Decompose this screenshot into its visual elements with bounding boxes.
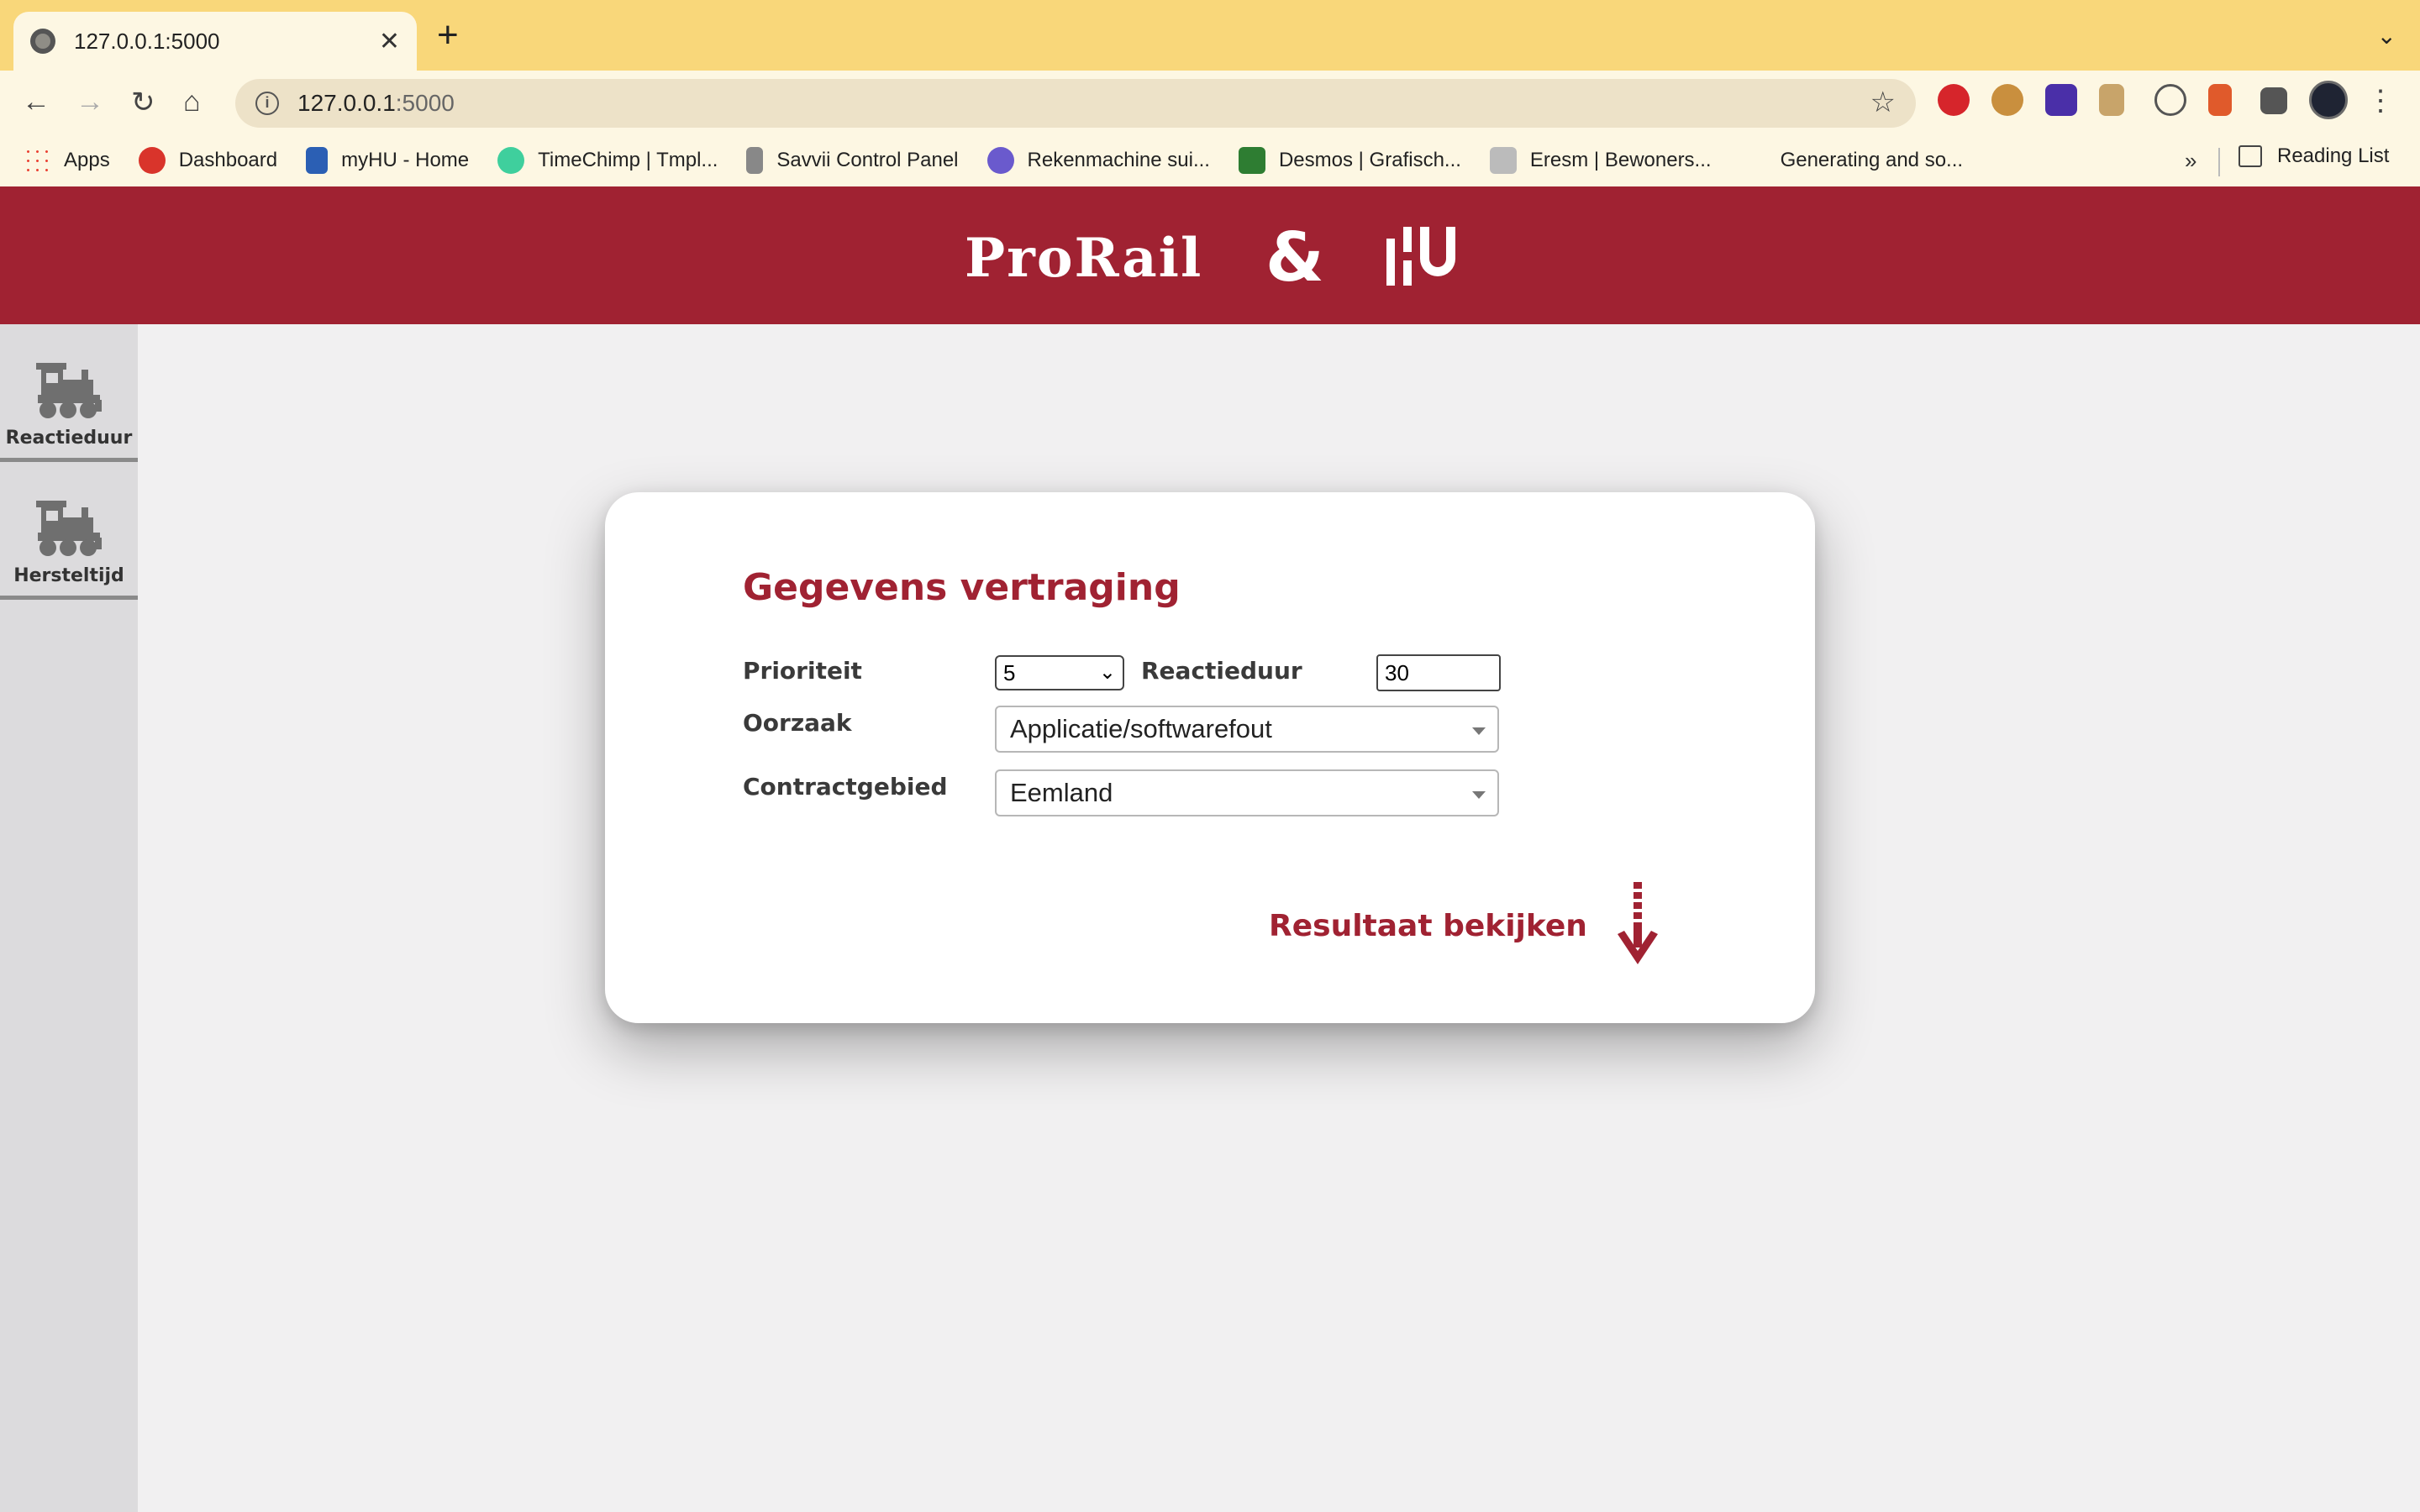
bookmark-timechimp[interactable]: TimeChimp | Tmpl...	[497, 147, 718, 174]
form-title: Gegevens vertraging	[743, 566, 1181, 609]
browser-menu-icon[interactable]: ⋮	[2366, 84, 2395, 118]
reading-list-button[interactable]: Reading List	[2238, 144, 2389, 168]
sidebar-item-hersteltijd[interactable]: Hersteltijd	[0, 462, 138, 600]
desmos-icon	[1238, 147, 1265, 174]
bookmark-dashboard[interactable]: Dashboard	[138, 147, 277, 174]
puzzle-extensions-icon[interactable]	[2260, 87, 2287, 114]
bookmark-generating[interactable]: Generating and so...	[1740, 147, 1963, 174]
site-info-icon[interactable]: i	[255, 92, 279, 115]
globe-icon	[30, 29, 55, 54]
sidebar-item-reactieduur[interactable]: Reactieduur	[0, 324, 138, 462]
bookmarks-divider	[2218, 148, 2220, 176]
chevron-down-icon: ⌄	[1098, 661, 1116, 684]
bookmark-myhu[interactable]: myHU - Home	[306, 147, 469, 174]
bookmark-star-icon[interactable]: ☆	[1870, 86, 1896, 119]
browser-toolbar: ← → ↻ ⌂ i 127.0.0.1:5000 ☆ ⋮ Apps Dashbo…	[0, 71, 2420, 200]
lighthouse-extension-icon[interactable]	[2208, 84, 2232, 116]
reactieduur-input[interactable]: 30	[1376, 654, 1501, 691]
hu-icon	[306, 147, 329, 174]
arrow-down-icon	[1617, 882, 1658, 964]
url-text: 127.0.0.1:5000	[297, 90, 455, 116]
sidebar: Reactieduur Hersteltijd	[0, 324, 138, 1512]
cookie-extension-icon[interactable]	[1991, 84, 2023, 116]
bookmark-desmos[interactable]: Desmos | Grafisch...	[1238, 147, 1461, 174]
timechimp-icon	[497, 147, 525, 174]
adblock-extension-icon[interactable]	[1938, 84, 1970, 116]
speed-extension-icon[interactable]	[2154, 84, 2186, 116]
prorail-logo: ProRail	[965, 227, 1203, 290]
bookmark-rekenmachine[interactable]: Rekenmachine sui...	[986, 147, 1210, 174]
home-button[interactable]: ⌂	[183, 86, 201, 118]
forward-button[interactable]: →	[76, 86, 104, 118]
browser-tabstrip: 127.0.0.1:5000 ✕ + ⌄	[0, 0, 2420, 71]
oorzaak-label: Oorzaak	[743, 709, 852, 737]
dropdown-arrow-icon	[1472, 791, 1486, 799]
oorzaak-select[interactable]: Applicatie/softwarefout	[995, 706, 1499, 753]
dropdown-arrow-icon	[1472, 727, 1486, 735]
bookmark-apps[interactable]: Apps	[24, 147, 110, 174]
eresm-icon	[1489, 147, 1517, 174]
back-button[interactable]: ←	[22, 86, 50, 118]
browser-tab[interactable]: 127.0.0.1:5000 ✕	[13, 12, 417, 71]
close-tab-icon[interactable]: ✕	[379, 27, 400, 56]
prioriteit-label: Prioriteit	[743, 657, 862, 685]
resultaat-bekijken-button[interactable]: Resultaat bekijken	[1269, 882, 1663, 969]
dashboard-icon	[138, 147, 166, 174]
extension-badge-icon[interactable]	[2045, 84, 2077, 116]
tab-search-chevron-icon[interactable]: ⌄	[2377, 22, 2396, 50]
train-icon	[36, 363, 102, 418]
contractgebied-label: Contractgebied	[743, 773, 948, 801]
train-icon	[36, 501, 102, 556]
apps-grid-icon	[24, 147, 50, 174]
tab-title: 127.0.0.1:5000	[74, 28, 220, 54]
profile-avatar[interactable]	[2309, 81, 2348, 119]
address-bar[interactable]: i 127.0.0.1:5000 ☆	[235, 79, 1916, 128]
blank-page-icon	[1740, 147, 1767, 174]
reading-list-icon	[2238, 145, 2262, 167]
extension-bookmark-icon[interactable]	[2099, 84, 2124, 116]
new-tab-button[interactable]: +	[437, 17, 459, 54]
reactieduur-label: Reactieduur	[1141, 657, 1302, 685]
page-header: ProRail & HU	[0, 186, 2420, 324]
bookmarks-bar: Apps Dashboard myHU - Home TimeChimp | T…	[0, 136, 2420, 185]
rekenmachine-icon	[986, 147, 1014, 174]
prioriteit-select[interactable]: 5 ⌄	[995, 655, 1124, 690]
bookmark-eresm[interactable]: Eresm | Bewoners...	[1489, 147, 1712, 174]
bookmark-savvii[interactable]: Savvii Control Panel	[746, 147, 959, 174]
ampersand: &	[1265, 218, 1324, 297]
savvii-icon	[746, 147, 764, 174]
hu-logo	[1386, 227, 1455, 286]
reload-button[interactable]: ↻	[131, 86, 155, 119]
contractgebied-select[interactable]: Eemland	[995, 769, 1499, 816]
delay-form-card: Gegevens vertraging Prioriteit 5 ⌄ React…	[605, 492, 1815, 1023]
more-bookmarks-button[interactable]: »	[2185, 148, 2196, 174]
